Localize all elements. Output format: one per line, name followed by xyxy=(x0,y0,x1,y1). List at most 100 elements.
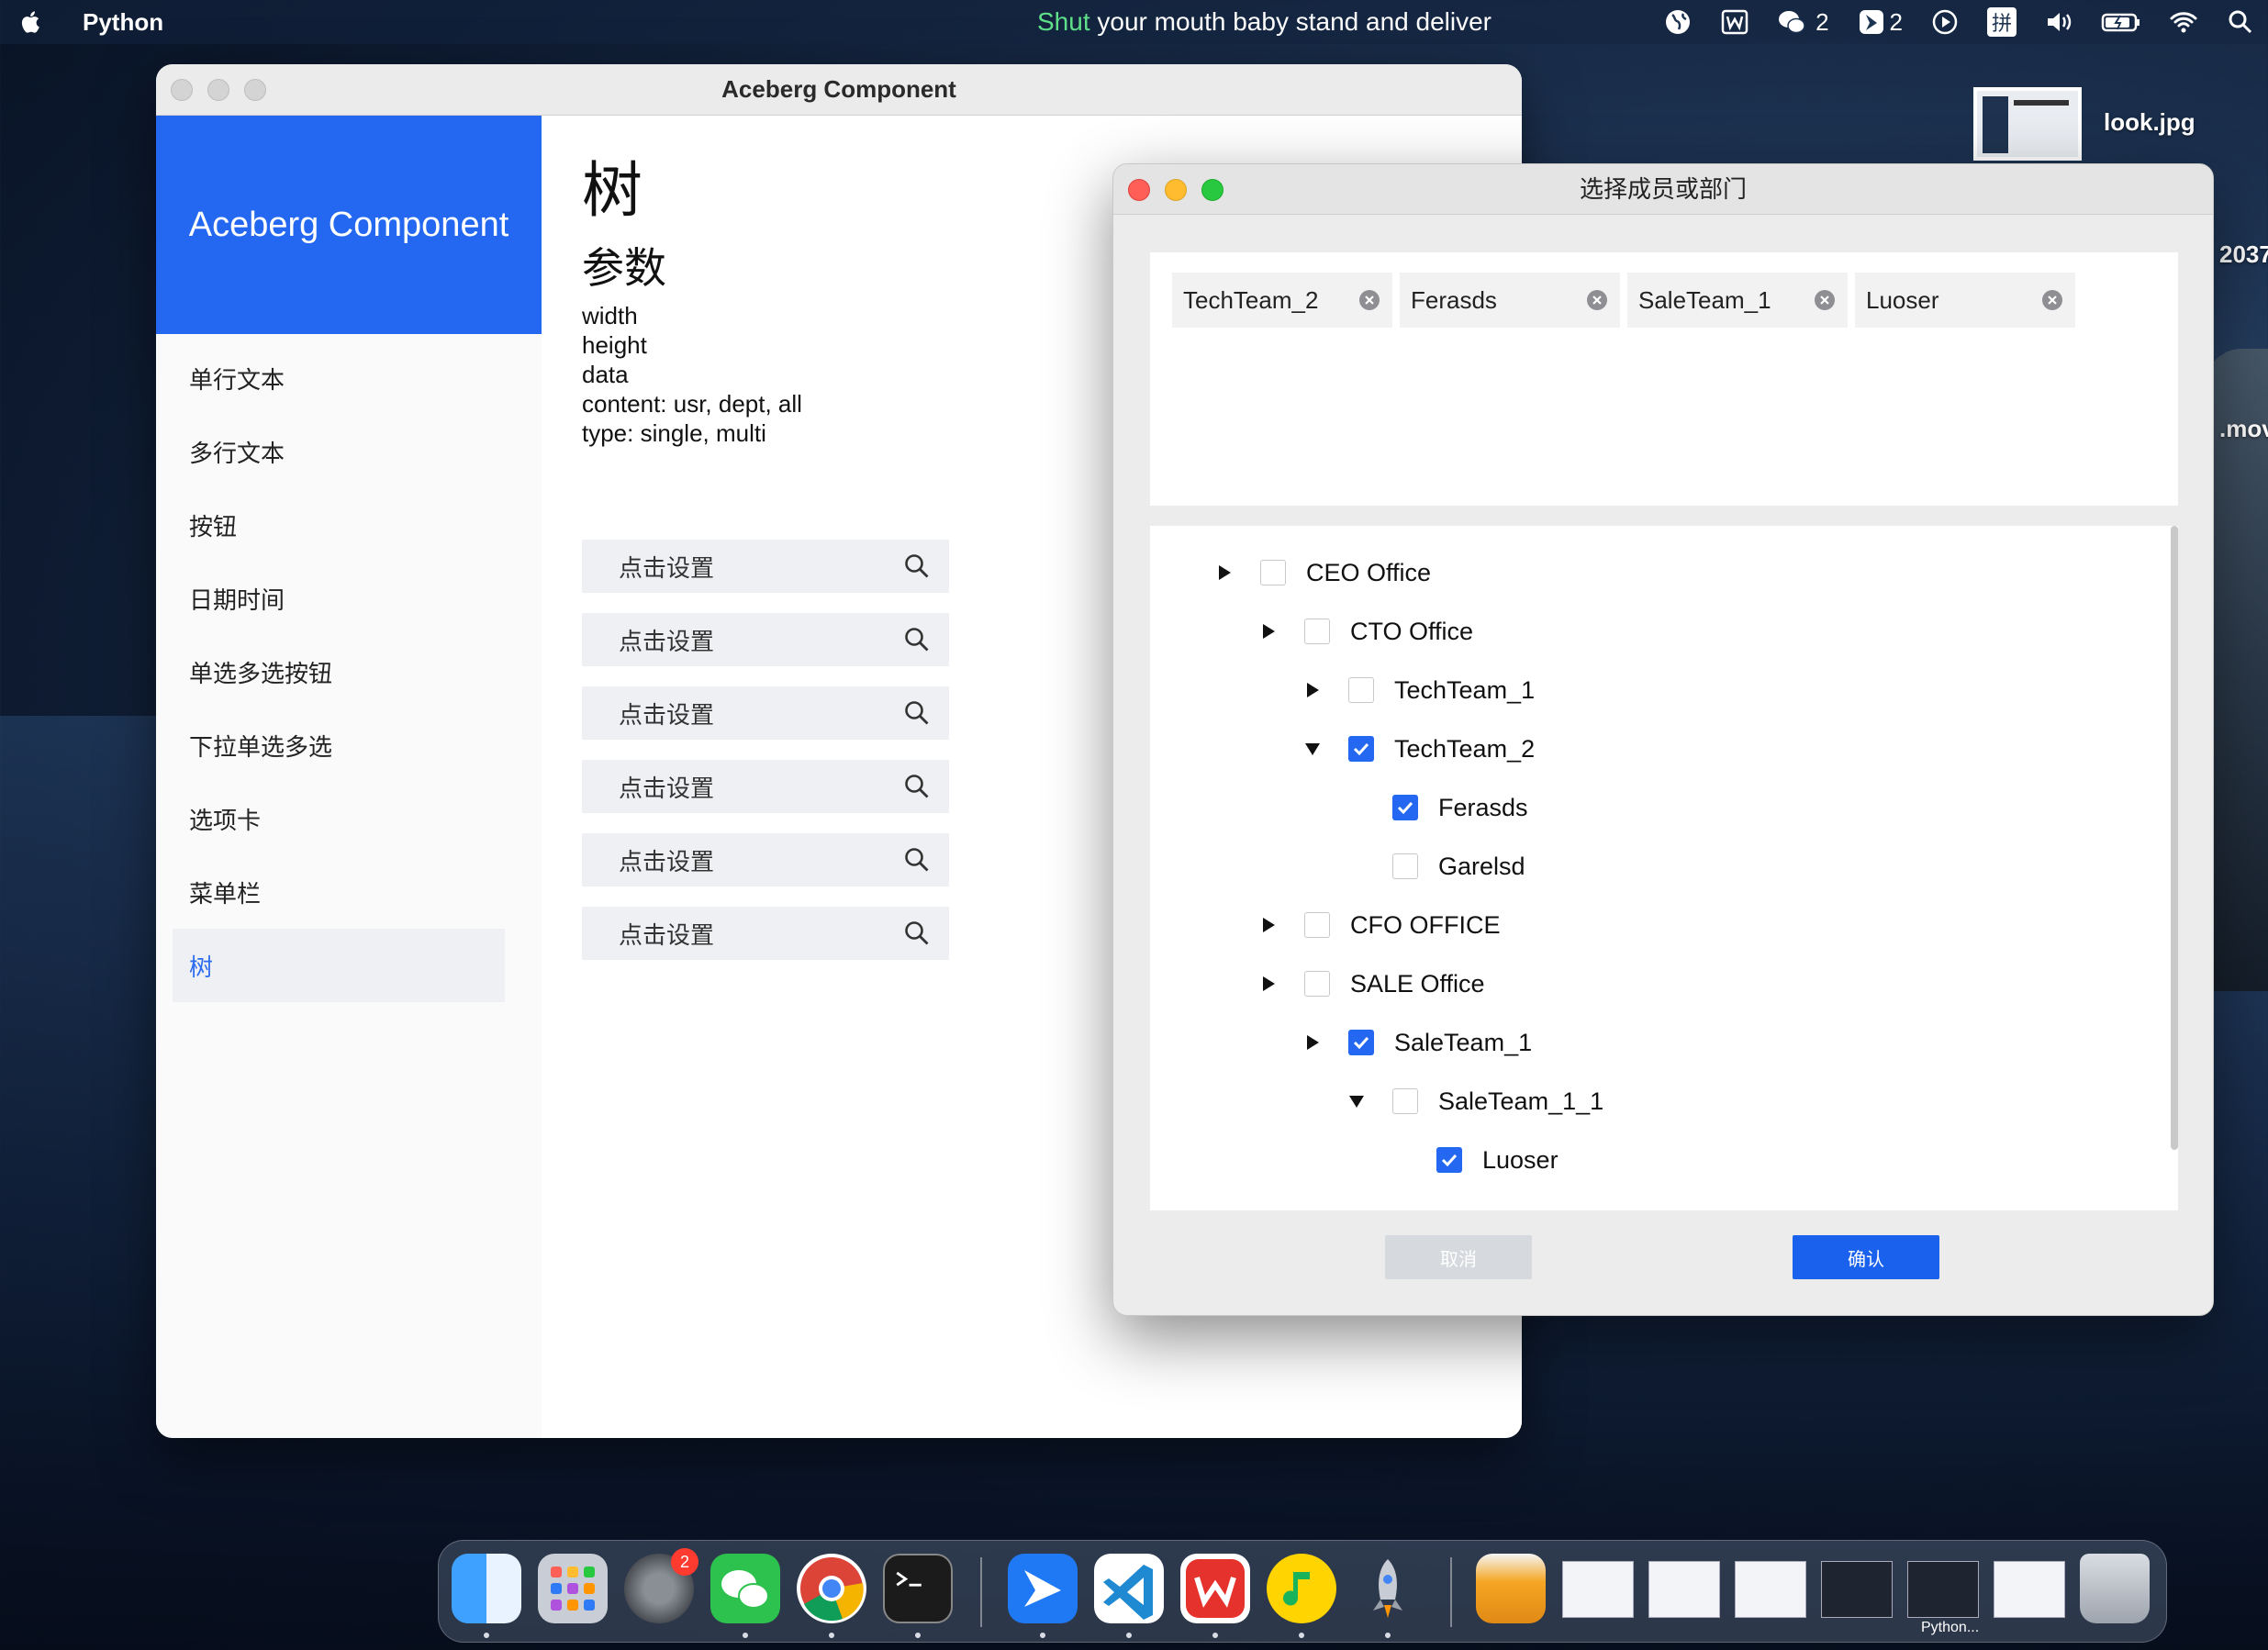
tree-checkbox[interactable] xyxy=(1392,853,1418,879)
expand-arrow-icon[interactable] xyxy=(1260,976,1277,992)
tree-node[interactable]: Garelsd xyxy=(1348,843,1525,889)
dialog-zoom-button[interactable] xyxy=(1201,179,1223,201)
cancel-button[interactable]: 取消 xyxy=(1385,1235,1532,1279)
desktop-file-label[interactable]: look.jpg xyxy=(2104,108,2195,137)
tree-checkbox[interactable] xyxy=(1348,1030,1374,1055)
minimize-button[interactable] xyxy=(207,79,229,101)
minimized-window-thumbnail[interactable] xyxy=(1648,1561,1720,1618)
terminal-icon[interactable] xyxy=(883,1554,953,1623)
globe-icon[interactable] xyxy=(1663,7,1693,37)
tree-checkbox[interactable] xyxy=(1348,736,1374,762)
close-button[interactable] xyxy=(171,79,193,101)
tree-node[interactable]: Ferasds xyxy=(1348,785,1528,831)
sidebar-item-dropdown[interactable]: 下拉单选多选 xyxy=(156,708,542,782)
rocket-icon[interactable] xyxy=(1353,1554,1423,1623)
collapse-arrow-icon[interactable] xyxy=(1348,1093,1365,1109)
tree-node[interactable]: CEO Office xyxy=(1216,550,1431,596)
tree-node[interactable]: TechTeam_2 xyxy=(1304,726,1535,772)
main-window-titlebar[interactable]: Aceberg Component xyxy=(156,64,1522,116)
feishu-icon[interactable] xyxy=(1008,1554,1078,1623)
trash-icon[interactable] xyxy=(2080,1554,2150,1623)
tree-set-button-5[interactable]: 点击设置 xyxy=(582,833,949,886)
tree-node[interactable]: SaleTeam_1 xyxy=(1304,1020,1532,1065)
minimized-window-thumbnail[interactable] xyxy=(1994,1561,2065,1618)
sidebar-item-single-line-text[interactable]: 单行文本 xyxy=(156,341,542,415)
expand-arrow-icon[interactable] xyxy=(1260,623,1277,640)
tree-node[interactable]: CTO Office xyxy=(1260,608,1473,654)
sidebar-item-menubar[interactable]: 菜单栏 xyxy=(156,855,542,929)
qq-music-icon[interactable] xyxy=(1267,1554,1336,1623)
tree-set-button-1[interactable]: 点击设置 xyxy=(582,540,949,593)
wechat-tray-icon[interactable]: 2 xyxy=(1777,7,1829,37)
tree-set-button-4[interactable]: 点击设置 xyxy=(582,760,949,813)
wifi-icon[interactable] xyxy=(2169,7,2198,37)
tree-node[interactable]: Luoser xyxy=(1392,1137,1559,1183)
feishu-tray-icon[interactable]: 2 xyxy=(1857,7,1903,37)
tree-checkbox[interactable] xyxy=(1304,971,1330,997)
finder-icon[interactable] xyxy=(452,1554,521,1623)
zoom-button[interactable] xyxy=(244,79,266,101)
tree-scrollbar[interactable] xyxy=(2171,526,2178,1150)
tree-checkbox[interactable] xyxy=(1304,912,1330,938)
tree-set-button-2[interactable]: 点击设置 xyxy=(582,613,949,666)
expand-arrow-icon[interactable] xyxy=(1260,917,1277,933)
dialog-titlebar[interactable]: 选择成员或部门 xyxy=(1113,164,2213,215)
remove-tag-icon[interactable] xyxy=(1585,288,1609,312)
tree-node[interactable]: SALE Office xyxy=(1260,961,1485,1007)
downloads-folder-icon[interactable] xyxy=(1476,1554,1546,1623)
remove-tag-icon[interactable] xyxy=(1813,288,1837,312)
selected-tags-panel: TechTeam_2 Ferasds SaleTeam_1 Luoser xyxy=(1150,252,2178,506)
tree-checkbox[interactable] xyxy=(1260,560,1286,585)
sidebar-item-multi-line-text[interactable]: 多行文本 xyxy=(156,415,542,488)
params-list: width height data content: usr, dept, al… xyxy=(582,301,802,448)
wps-icon[interactable] xyxy=(1180,1554,1250,1623)
sidebar-item-tree[interactable]: 树 xyxy=(173,929,505,1002)
check-icon xyxy=(1353,1036,1369,1050)
tree-checkbox[interactable] xyxy=(1304,619,1330,644)
tree-checkbox[interactable] xyxy=(1348,677,1374,703)
sidebar-item-button[interactable]: 按钮 xyxy=(156,488,542,562)
page-title: 树 xyxy=(582,156,642,224)
remove-tag-icon[interactable] xyxy=(1357,288,1381,312)
tree-set-button-6[interactable]: 点击设置 xyxy=(582,907,949,960)
tree-node[interactable]: TechTeam_1 xyxy=(1304,667,1535,713)
expand-arrow-icon[interactable] xyxy=(1216,564,1233,581)
play-icon[interactable] xyxy=(1930,7,1960,37)
app-name[interactable]: Python xyxy=(83,8,163,37)
collapse-arrow-icon[interactable] xyxy=(1304,741,1321,757)
tree-node[interactable]: SaleTeam_1_1 xyxy=(1348,1078,1603,1124)
sidebar-item-datetime[interactable]: 日期时间 xyxy=(156,562,542,635)
desktop-edge-text-2[interactable]: .mov xyxy=(2219,415,2268,443)
tree-set-button-3[interactable]: 点击设置 xyxy=(582,686,949,740)
remove-tag-icon[interactable] xyxy=(2040,288,2064,312)
desktop-edge-text-1[interactable]: 2037 xyxy=(2219,240,2268,269)
tree-checkbox[interactable] xyxy=(1392,795,1418,820)
chrome-icon[interactable] xyxy=(797,1554,866,1623)
param-type: type: single, multi xyxy=(582,419,766,447)
tree-node[interactable]: CFO OFFICE xyxy=(1260,902,1501,948)
dialog-close-button[interactable] xyxy=(1128,179,1150,201)
wps-tray-icon[interactable] xyxy=(1720,7,1749,37)
launchpad-icon[interactable] xyxy=(538,1554,608,1623)
input-method-icon[interactable]: 拼 xyxy=(1987,7,2017,37)
expand-arrow-icon[interactable] xyxy=(1304,682,1321,698)
spotlight-search-icon[interactable] xyxy=(2226,7,2255,37)
minimized-python-window-thumbnail[interactable] xyxy=(1907,1561,1979,1618)
volume-icon[interactable] xyxy=(2044,7,2073,37)
tree-checkbox[interactable] xyxy=(1436,1147,1462,1173)
confirm-button[interactable]: 确认 xyxy=(1793,1235,1939,1279)
wechat-icon[interactable] xyxy=(710,1554,780,1623)
minimized-window-thumbnail[interactable] xyxy=(1562,1561,1634,1618)
expand-arrow-icon[interactable] xyxy=(1304,1034,1321,1051)
minimized-window-thumbnail[interactable] xyxy=(1821,1561,1893,1618)
dialog-window-controls xyxy=(1128,179,1238,201)
sidebar-item-tabs[interactable]: 选项卡 xyxy=(156,782,542,855)
minimized-window-thumbnail[interactable] xyxy=(1735,1561,1806,1618)
battery-icon[interactable] xyxy=(2101,7,2141,37)
vscode-icon[interactable] xyxy=(1094,1554,1164,1623)
desktop-file-thumbnail[interactable] xyxy=(1973,87,2082,161)
tree-checkbox[interactable] xyxy=(1392,1088,1418,1114)
dialog-minimize-button[interactable] xyxy=(1165,179,1187,201)
apple-menu-icon[interactable] xyxy=(20,10,40,34)
sidebar-item-radio-checkbox[interactable]: 单选多选按钮 xyxy=(156,635,542,708)
